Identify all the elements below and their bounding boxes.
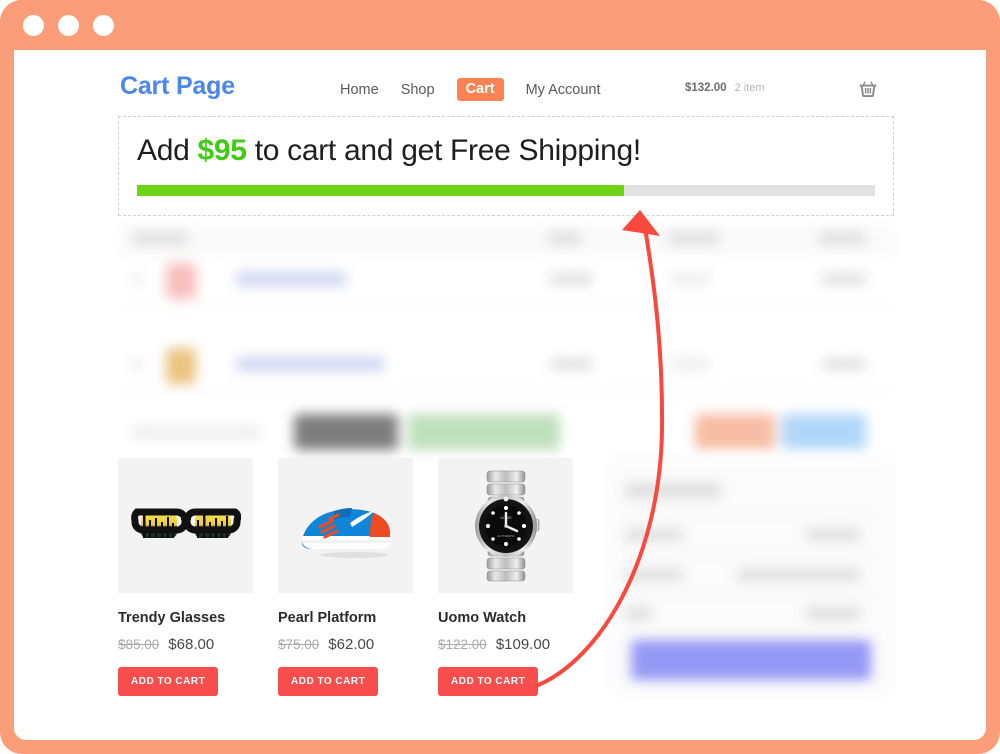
- page-viewport: Cart Page Home Shop Cart My Account $132…: [14, 50, 986, 740]
- free-shipping-banner: Add $95 to cart and get Free Shipping!: [118, 116, 894, 216]
- browser-window: Cart Page Home Shop Cart My Account $132…: [0, 0, 1000, 754]
- free-shipping-progress-bar: [137, 185, 875, 196]
- quantity-stepper[interactable]: [670, 358, 710, 370]
- proceed-to-checkout-button[interactable]: [631, 640, 871, 680]
- column-header-subtotal: [818, 232, 866, 245]
- banner-prefix: Add: [137, 134, 198, 167]
- column-header-product: [132, 232, 188, 245]
- divider: [625, 515, 878, 516]
- shopping-basket-icon[interactable]: [857, 79, 879, 101]
- product-name: Trendy Glasses: [118, 610, 226, 626]
- cell-subtotal: [822, 273, 866, 285]
- product-card-uomo-watch[interactable]: UOMO AUTOMATIC Uomo Watch $122.00 $109.0…: [438, 458, 573, 696]
- svg-text:UOMO: UOMO: [500, 516, 511, 520]
- progress-fill: [137, 185, 625, 196]
- price-original: $75.00: [278, 637, 320, 652]
- divider: [118, 255, 894, 256]
- product-thumbnail[interactable]: [166, 263, 196, 299]
- page-title: Cart Page: [120, 72, 235, 100]
- remove-item-icon[interactable]: [132, 359, 142, 370]
- subtotal-value: [806, 529, 860, 541]
- total-value: [806, 607, 860, 620]
- cart-totals-panel[interactable]: [609, 455, 894, 695]
- product-card-trendy-glasses[interactable]: Trendy Glasses $85.00 $68.00 ADD TO CART: [118, 458, 253, 696]
- nav-item-my-account[interactable]: My Account: [526, 82, 601, 98]
- add-to-cart-button-uomo-watch[interactable]: ADD TO CART: [438, 667, 539, 696]
- product-pricing: $122.00 $109.00: [438, 636, 573, 653]
- site-header: Cart Page Home Shop Cart My Account $132…: [14, 50, 986, 112]
- free-shipping-message: Add $95 to cart and get Free Shipping!: [137, 134, 641, 168]
- product-grid: Trendy Glasses $85.00 $68.00 ADD TO CART: [118, 458, 573, 696]
- product-pricing: $85.00 $68.00: [118, 636, 253, 653]
- running-shoe-image[interactable]: [278, 458, 413, 593]
- cart-total-amount: $132.00: [685, 82, 727, 94]
- apply-coupon-button[interactable]: [294, 414, 398, 450]
- table-row[interactable]: [236, 357, 384, 371]
- svg-text:AUTOMATIC: AUTOMATIC: [497, 534, 515, 538]
- coupon-input[interactable]: [132, 426, 260, 440]
- sunglasses-image[interactable]: [118, 458, 253, 593]
- minimize-dot[interactable]: [58, 14, 79, 36]
- update-cart-button[interactable]: [408, 414, 560, 450]
- cell-price: [550, 358, 592, 370]
- cart-summary[interactable]: $132.00 2 item: [685, 82, 765, 94]
- cart-items-table[interactable]: [118, 224, 894, 450]
- maximize-dot[interactable]: [93, 14, 114, 36]
- cart-item-count: 2 item: [734, 82, 765, 94]
- nav-item-home[interactable]: Home: [340, 82, 379, 98]
- banner-suffix: to cart and get Free Shipping!: [246, 134, 642, 167]
- close-dot[interactable]: [23, 14, 44, 36]
- price-original: $85.00: [118, 637, 160, 652]
- totals-title: [625, 483, 721, 498]
- nav-item-shop[interactable]: Shop: [401, 82, 435, 98]
- subtotal-label: [625, 529, 683, 541]
- add-to-cart-button-pearl-platform[interactable]: ADD TO CART: [278, 667, 379, 696]
- cell-subtotal: [822, 358, 866, 370]
- divider: [625, 595, 878, 596]
- main-navigation: Home Shop Cart My Account: [340, 78, 601, 101]
- product-name: Pearl Platform: [278, 610, 377, 626]
- wristwatch-image[interactable]: UOMO AUTOMATIC: [438, 458, 573, 593]
- column-header-price: [548, 232, 582, 245]
- divider: [118, 306, 894, 307]
- product-card-pearl-platform[interactable]: Pearl Platform $75.00 $62.00 ADD TO CART: [278, 458, 413, 696]
- total-label: [625, 607, 651, 620]
- quantity-stepper[interactable]: [670, 273, 710, 285]
- tertiary-action-button[interactable]: [782, 414, 866, 450]
- price-sale: $109.00: [495, 636, 551, 653]
- product-thumbnail[interactable]: [166, 348, 196, 384]
- remove-item-icon[interactable]: [132, 274, 142, 285]
- product-name: Uomo Watch: [438, 610, 527, 626]
- divider: [118, 390, 894, 391]
- shipping-value: [737, 569, 860, 581]
- window-titlebar: [0, 0, 1000, 50]
- secondary-action-button[interactable]: [695, 414, 775, 450]
- nav-item-cart[interactable]: Cart: [456, 78, 504, 101]
- banner-amount: $95: [197, 134, 247, 167]
- product-pricing: $75.00 $62.00: [278, 636, 413, 653]
- price-sale: $68.00: [168, 636, 215, 653]
- table-row[interactable]: [236, 272, 346, 286]
- divider: [625, 555, 878, 556]
- price-sale: $62.00: [328, 636, 375, 653]
- add-to-cart-button-trendy-glasses[interactable]: ADD TO CART: [118, 667, 219, 696]
- shipping-label: [625, 569, 683, 581]
- column-header-quantity: [668, 232, 720, 245]
- cell-price: [550, 273, 592, 285]
- cart-table-header: [118, 224, 894, 254]
- price-original: $122.00: [438, 637, 487, 652]
